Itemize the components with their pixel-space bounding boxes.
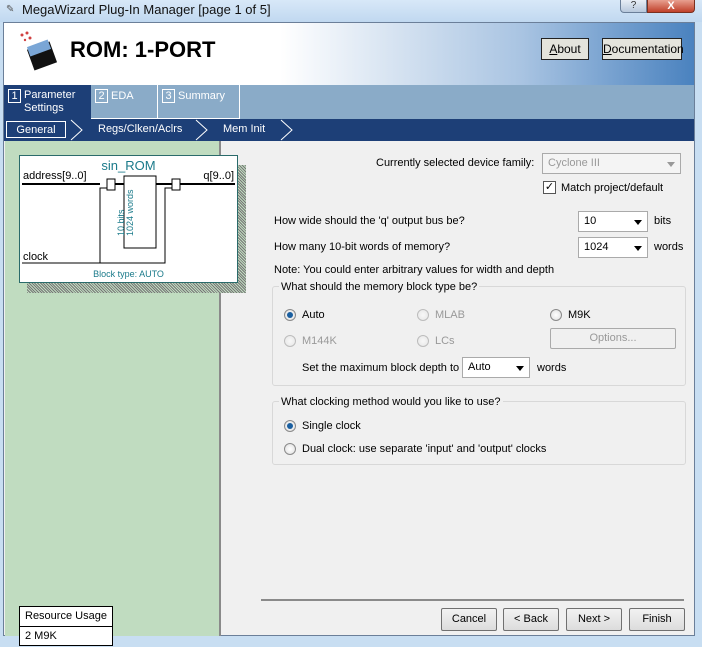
documentation-button[interactable]: Documentation xyxy=(602,38,684,60)
tab-summary[interactable]: 3 Summary xyxy=(158,85,240,119)
note-text: Note: You could enter arbitrary values f… xyxy=(274,264,555,276)
width-value: 10 xyxy=(584,215,597,227)
footer-divider xyxy=(261,599,684,601)
close-button[interactable]: X xyxy=(647,0,695,13)
max-depth-label: Set the maximum block depth to xyxy=(302,362,460,374)
subtab-mem-init[interactable]: Mem Init xyxy=(223,121,265,138)
finish-button[interactable]: Finish xyxy=(629,608,685,631)
block-m9k-radio[interactable] xyxy=(550,309,562,321)
address-port-label: address[9..0] xyxy=(23,170,87,182)
words-label: 1024 words xyxy=(125,189,135,236)
width-select[interactable]: 10 xyxy=(578,211,648,232)
width-unit: bits xyxy=(654,215,672,227)
device-family-value: Cyclone III xyxy=(548,157,600,169)
dual-clock-label: Dual clock: use separate 'input' and 'ou… xyxy=(302,443,547,455)
window-title: MegaWizard Plug-In Manager [page 1 of 5] xyxy=(22,2,271,17)
memory-block-group: What should the memory block type be? Au… xyxy=(272,281,686,386)
title-bar: ✎ MegaWizard Plug-In Manager [page 1 of … xyxy=(0,0,702,22)
help-button[interactable]: ? xyxy=(620,0,647,13)
tab-parameter-settings[interactable]: 1 Parameter Settings xyxy=(4,85,91,119)
block-mlab-label: MLAB xyxy=(435,309,465,321)
block-auto-label: Auto xyxy=(302,309,325,321)
device-family-label: Currently selected device family: xyxy=(376,157,535,169)
header: ROM: 1-PORT About Documentation xyxy=(4,23,694,85)
megafunction-title: ROM: 1-PORT xyxy=(70,37,216,62)
tab-eda[interactable]: 2 EDA xyxy=(91,85,158,119)
single-clock-label: Single clock xyxy=(302,420,361,432)
chevron-right-icon xyxy=(70,119,83,141)
tab-number: 2 xyxy=(95,89,108,103)
max-depth-unit: words xyxy=(537,362,567,374)
clocking-group-title: What clocking method would you like to u… xyxy=(279,396,503,408)
match-project-label: Match project/default xyxy=(561,182,664,194)
cancel-button[interactable]: Cancel xyxy=(441,608,497,631)
clock-port-label: clock xyxy=(23,251,49,263)
options-button[interactable]: Options... xyxy=(550,328,676,349)
subtab-regs[interactable]: Regs/Clken/Aclrs xyxy=(98,121,182,138)
parameter-form: Currently selected device family: Cyclon… xyxy=(223,141,694,636)
tab-label: Parameter Settings xyxy=(24,89,76,114)
width-label: How wide should the 'q' output bus be? xyxy=(274,215,465,227)
block-lcs-label: LCs xyxy=(435,335,455,347)
single-clock-radio[interactable] xyxy=(284,420,296,432)
depth-select[interactable]: 1024 xyxy=(578,237,648,258)
device-family-select[interactable]: Cyclone III xyxy=(542,153,681,174)
subtab-general[interactable]: General xyxy=(6,121,66,138)
memory-size-label: 10 bits 1024 words xyxy=(116,189,135,236)
chevron-right-icon xyxy=(280,119,293,141)
memory-block-group-title: What should the memory block type be? xyxy=(279,281,480,293)
depth-value: 1024 xyxy=(584,241,609,253)
next-button[interactable]: Next > xyxy=(566,608,622,631)
clocking-group: What clocking method would you like to u… xyxy=(272,396,686,465)
chevron-right-icon xyxy=(195,119,208,141)
resource-usage-value: 2 M9K xyxy=(25,630,57,642)
back-button[interactable]: < Back xyxy=(503,608,559,631)
tab-number: 1 xyxy=(8,89,21,103)
block-m9k-label: M9K xyxy=(568,309,591,321)
resource-usage-box: Resource Usage 2 M9K xyxy=(19,606,113,646)
block-mlab-radio[interactable] xyxy=(417,309,429,321)
app-icon: ✎ xyxy=(6,4,15,15)
depth-unit: words xyxy=(654,241,684,253)
symbol-panel: sin_ROM address[9..0] q[9..0] clock 10 b… xyxy=(5,141,246,646)
max-depth-select[interactable]: Auto xyxy=(462,357,530,378)
page-subtabs: General Regs/Clken/Aclrs Mem Init xyxy=(4,119,694,141)
rom-symbol: sin_ROM address[9..0] q[9..0] clock 10 b… xyxy=(19,155,238,283)
megafunction-chip-icon xyxy=(20,31,58,71)
max-depth-value: Auto xyxy=(468,361,491,373)
block-auto-radio[interactable] xyxy=(284,309,296,321)
dual-clock-radio[interactable] xyxy=(284,443,296,455)
block-m144k-radio[interactable] xyxy=(284,335,296,347)
tab-label: EDA xyxy=(111,90,134,102)
block-type-label: Block type: AUTO xyxy=(93,269,164,279)
resource-usage-title: Resource Usage xyxy=(20,607,112,627)
block-lcs-radio[interactable] xyxy=(417,335,429,347)
block-m144k-label: M144K xyxy=(302,335,337,347)
depth-label: How many 10-bit words of memory? xyxy=(274,241,451,253)
wizard-tabs: 1 Parameter Settings 2 EDA 3 Summary xyxy=(4,85,694,119)
about-button[interactable]: About xyxy=(541,38,589,60)
wizard-window: ROM: 1-PORT About Documentation 1 Paramet… xyxy=(3,22,695,646)
tab-label: Summary xyxy=(178,90,226,102)
tab-number: 3 xyxy=(162,89,175,103)
match-project-checkbox[interactable]: ✓ xyxy=(543,181,556,194)
